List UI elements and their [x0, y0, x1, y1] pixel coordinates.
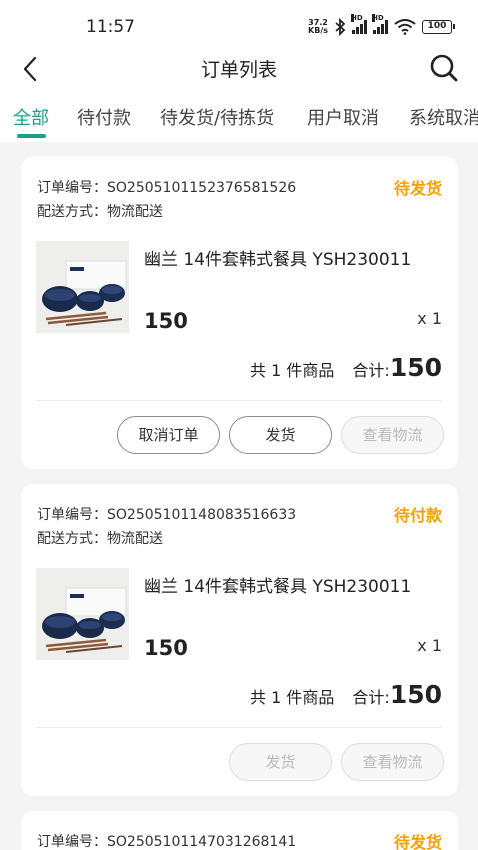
bluetooth-icon [335, 18, 346, 36]
product-image[interactable] [36, 241, 129, 333]
product-price: 150 [144, 636, 188, 660]
view-logistics-button[interactable]: 查看物流 [341, 743, 444, 781]
order-summary: 共 1 件商品 合计:150 [250, 680, 442, 709]
shipping-method: 配送方式：物流配送 [37, 201, 163, 221]
status-bar: 11:57 37.2 KB/s HD HD 100 [0, 0, 478, 50]
tab-pending-shipment[interactable]: 待发货/待拣货 [160, 104, 274, 130]
order-number-value: SO2505101148083516633 [107, 507, 297, 523]
order-status: 待发货 [393, 179, 442, 198]
order-number: 订单编号：SO2505101148083516633 [37, 504, 296, 524]
hd-label: HD [351, 14, 363, 22]
item-count: 共 1 件商品 [250, 688, 335, 707]
total-label: 合计: [352, 688, 390, 707]
tab-system-cancelled[interactable]: 系统取消 [409, 104, 478, 130]
cancel-order-button[interactable]: 取消订单 [117, 416, 220, 454]
order-total: 合计:150 [352, 353, 442, 382]
status-icons: 37.2 KB/s HD HD 100 [308, 14, 455, 37]
order-number: 订单编号：SO2505101147031268141 [37, 831, 296, 850]
signal-icon: HD [372, 14, 388, 34]
shipping-method-label: 配送方式： [37, 531, 107, 547]
status-time: 11:57 [86, 17, 135, 37]
page-title: 订单列表 [200, 59, 277, 81]
product-quantity: x 1 [417, 636, 442, 655]
order-number-value: SO2505101152376581526 [107, 180, 297, 196]
product-quantity: x 1 [417, 309, 442, 328]
network-speed-unit: KB/s [308, 26, 328, 35]
order-actions: 发货 查看物流 [229, 743, 444, 781]
item-count: 共 1 件商品 [250, 361, 335, 380]
shipping-method-label: 配送方式： [37, 204, 107, 220]
order-summary: 共 1 件商品 合计:150 [250, 353, 442, 382]
hd-label: HD [372, 14, 384, 22]
tab-user-cancelled[interactable]: 用户取消 [307, 104, 379, 130]
signal-icon: HD [351, 14, 367, 34]
order-number-label: 订单编号： [37, 180, 107, 196]
ship-button[interactable]: 发货 [229, 416, 332, 454]
order-card[interactable]: 订单编号：SO2505101148083516633 配送方式：物流配送 待付款… [21, 484, 458, 796]
shipping-method: 配送方式：物流配送 [37, 528, 163, 548]
divider [37, 400, 442, 401]
divider [37, 727, 442, 728]
shipping-method-value: 物流配送 [107, 531, 163, 547]
shipping-method-value: 物流配送 [107, 204, 163, 220]
order-actions: 取消订单 发货 查看物流 [117, 416, 444, 454]
product-name[interactable]: 幽兰 14件套韩式餐具 YSH230011 [144, 245, 411, 270]
network-speed: 37.2 KB/s [308, 19, 328, 35]
tab-all[interactable]: 全部 [13, 104, 49, 130]
order-status-tabs: 全部 待付款 待发货/待拣货 用户取消 系统取消 [0, 90, 478, 142]
order-status: 待付款 [393, 506, 442, 525]
ship-button[interactable]: 发货 [229, 743, 332, 781]
order-card[interactable]: 订单编号：SO2505101152376581526 配送方式：物流配送 待发货… [21, 157, 458, 469]
nav-bar: 订单列表 [0, 50, 478, 90]
order-number-label: 订单编号： [37, 507, 107, 523]
battery-icon: 100 [422, 20, 455, 34]
wifi-icon [394, 19, 416, 35]
product-image[interactable] [36, 568, 129, 660]
order-total: 合计:150 [352, 680, 442, 709]
total-value: 150 [389, 353, 442, 382]
view-logistics-button[interactable]: 查看物流 [341, 416, 444, 454]
order-number: 订单编号：SO2505101152376581526 [37, 177, 296, 197]
tab-indicator [17, 134, 46, 138]
total-label: 合计: [352, 361, 390, 380]
order-number-label: 订单编号： [37, 834, 107, 850]
product-price: 150 [144, 309, 188, 333]
product-name[interactable]: 幽兰 14件套韩式餐具 YSH230011 [144, 572, 411, 597]
order-number-value: SO2505101147031268141 [107, 834, 297, 850]
tab-pending-payment[interactable]: 待付款 [77, 104, 131, 130]
search-icon[interactable] [428, 52, 460, 84]
order-card[interactable]: 订单编号：SO2505101147031268141 待发货 [21, 811, 458, 850]
total-value: 150 [389, 680, 442, 709]
order-status: 待发货 [393, 833, 442, 850]
